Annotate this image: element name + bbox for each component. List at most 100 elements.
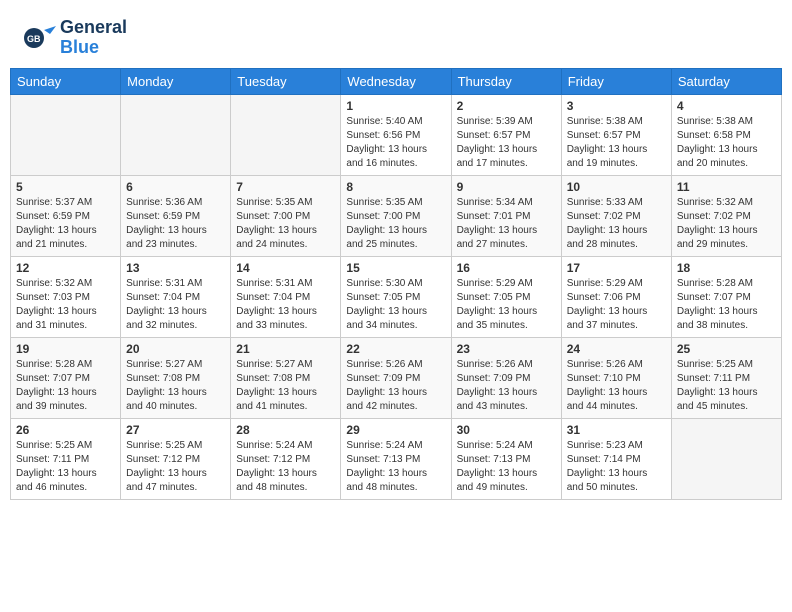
calendar-header-sunday: Sunday xyxy=(11,68,121,94)
calendar-cell: 1 Sunrise: 5:40 AMSunset: 6:56 PMDaylight… xyxy=(341,94,451,175)
calendar-cell: 23 Sunrise: 5:26 AMSunset: 7:09 PMDayligh… xyxy=(451,337,561,418)
day-info: Sunrise: 5:36 AMSunset: 6:59 PMDaylight:… xyxy=(126,196,225,252)
calendar-cell: 8 Sunrise: 5:35 AMSunset: 7:00 PMDaylight… xyxy=(341,175,451,256)
day-number: 1 xyxy=(346,99,445,113)
day-number: 23 xyxy=(457,342,556,356)
day-info: Sunrise: 5:28 AMSunset: 7:07 PMDaylight:… xyxy=(677,277,776,333)
day-info: Sunrise: 5:26 AMSunset: 7:09 PMDaylight:… xyxy=(457,358,556,414)
calendar-header-tuesday: Tuesday xyxy=(231,68,341,94)
day-number: 17 xyxy=(567,261,666,275)
day-info: Sunrise: 5:24 AMSunset: 7:13 PMDaylight:… xyxy=(346,439,445,495)
day-number: 20 xyxy=(126,342,225,356)
logo-text-blue: Blue xyxy=(60,38,127,58)
day-info: Sunrise: 5:25 AMSunset: 7:12 PMDaylight:… xyxy=(126,439,225,495)
calendar-cell: 2 Sunrise: 5:39 AMSunset: 6:57 PMDaylight… xyxy=(451,94,561,175)
day-number: 28 xyxy=(236,423,335,437)
calendar-table: SundayMondayTuesdayWednesdayThursdayFrid… xyxy=(10,68,782,500)
day-number: 8 xyxy=(346,180,445,194)
calendar-week-row: 5 Sunrise: 5:37 AMSunset: 6:59 PMDaylight… xyxy=(11,175,782,256)
logo: GB General Blue xyxy=(20,18,127,58)
day-number: 22 xyxy=(346,342,445,356)
day-number: 5 xyxy=(16,180,115,194)
calendar-header-saturday: Saturday xyxy=(671,68,781,94)
day-info: Sunrise: 5:34 AMSunset: 7:01 PMDaylight:… xyxy=(457,196,556,252)
calendar-cell xyxy=(121,94,231,175)
day-info: Sunrise: 5:26 AMSunset: 7:09 PMDaylight:… xyxy=(346,358,445,414)
calendar-header-wednesday: Wednesday xyxy=(341,68,451,94)
day-info: Sunrise: 5:23 AMSunset: 7:14 PMDaylight:… xyxy=(567,439,666,495)
calendar-cell: 6 Sunrise: 5:36 AMSunset: 6:59 PMDaylight… xyxy=(121,175,231,256)
calendar-cell: 5 Sunrise: 5:37 AMSunset: 6:59 PMDaylight… xyxy=(11,175,121,256)
calendar-cell: 17 Sunrise: 5:29 AMSunset: 7:06 PMDayligh… xyxy=(561,256,671,337)
calendar-cell: 13Sunrise: 5:31 AMSunset: 7:04 PMDayligh… xyxy=(121,256,231,337)
logo-text-general: General xyxy=(60,18,127,38)
calendar-cell: 7 Sunrise: 5:35 AMSunset: 7:00 PMDaylight… xyxy=(231,175,341,256)
svg-text:GB: GB xyxy=(27,34,41,44)
day-info: Sunrise: 5:26 AMSunset: 7:10 PMDaylight:… xyxy=(567,358,666,414)
day-number: 24 xyxy=(567,342,666,356)
day-number: 7 xyxy=(236,180,335,194)
day-info: Sunrise: 5:31 AMSunset: 7:04 PMDaylight:… xyxy=(126,277,225,333)
calendar-cell: 11Sunrise: 5:32 AMSunset: 7:02 PMDayligh… xyxy=(671,175,781,256)
calendar-week-row: 26 Sunrise: 5:25 AMSunset: 7:11 PMDayligh… xyxy=(11,418,782,499)
day-number: 26 xyxy=(16,423,115,437)
calendar-cell: 29 Sunrise: 5:24 AMSunset: 7:13 PMDayligh… xyxy=(341,418,451,499)
day-info: Sunrise: 5:37 AMSunset: 6:59 PMDaylight:… xyxy=(16,196,115,252)
calendar-cell: 27 Sunrise: 5:25 AMSunset: 7:12 PMDayligh… xyxy=(121,418,231,499)
day-info: Sunrise: 5:40 AMSunset: 6:56 PMDaylight:… xyxy=(346,115,445,171)
calendar-cell: 21 Sunrise: 5:27 AMSunset: 7:08 PMDayligh… xyxy=(231,337,341,418)
day-info: Sunrise: 5:27 AMSunset: 7:08 PMDaylight:… xyxy=(126,358,225,414)
day-number: 3 xyxy=(567,99,666,113)
day-number: 15 xyxy=(346,261,445,275)
calendar-week-row: 19 Sunrise: 5:28 AMSunset: 7:07 PMDayligh… xyxy=(11,337,782,418)
day-info: Sunrise: 5:35 AMSunset: 7:00 PMDaylight:… xyxy=(236,196,335,252)
calendar-cell: 28 Sunrise: 5:24 AMSunset: 7:12 PMDayligh… xyxy=(231,418,341,499)
calendar-cell: 15 Sunrise: 5:30 AMSunset: 7:05 PMDayligh… xyxy=(341,256,451,337)
day-number: 9 xyxy=(457,180,556,194)
calendar-week-row: 12Sunrise: 5:32 AMSunset: 7:03 PMDayligh… xyxy=(11,256,782,337)
day-number: 16 xyxy=(457,261,556,275)
day-info: Sunrise: 5:38 AMSunset: 6:58 PMDaylight:… xyxy=(677,115,776,171)
page-header: GB General Blue xyxy=(10,10,782,64)
day-info: Sunrise: 5:29 AMSunset: 7:05 PMDaylight:… xyxy=(457,277,556,333)
day-number: 30 xyxy=(457,423,556,437)
calendar-cell: 4Sunrise: 5:38 AMSunset: 6:58 PMDaylight… xyxy=(671,94,781,175)
day-info: Sunrise: 5:25 AMSunset: 7:11 PMDaylight:… xyxy=(677,358,776,414)
day-number: 21 xyxy=(236,342,335,356)
day-number: 12 xyxy=(16,261,115,275)
calendar-cell: 10Sunrise: 5:33 AMSunset: 7:02 PMDayligh… xyxy=(561,175,671,256)
calendar-header-monday: Monday xyxy=(121,68,231,94)
day-info: Sunrise: 5:27 AMSunset: 7:08 PMDaylight:… xyxy=(236,358,335,414)
day-info: Sunrise: 5:32 AMSunset: 7:02 PMDaylight:… xyxy=(677,196,776,252)
day-info: Sunrise: 5:30 AMSunset: 7:05 PMDaylight:… xyxy=(346,277,445,333)
day-info: Sunrise: 5:38 AMSunset: 6:57 PMDaylight:… xyxy=(567,115,666,171)
calendar-cell: 14Sunrise: 5:31 AMSunset: 7:04 PMDayligh… xyxy=(231,256,341,337)
day-info: Sunrise: 5:28 AMSunset: 7:07 PMDaylight:… xyxy=(16,358,115,414)
calendar-cell: 18 Sunrise: 5:28 AMSunset: 7:07 PMDayligh… xyxy=(671,256,781,337)
day-info: Sunrise: 5:29 AMSunset: 7:06 PMDaylight:… xyxy=(567,277,666,333)
calendar-cell xyxy=(671,418,781,499)
day-number: 6 xyxy=(126,180,225,194)
day-number: 10 xyxy=(567,180,666,194)
calendar-cell: 19 Sunrise: 5:28 AMSunset: 7:07 PMDayligh… xyxy=(11,337,121,418)
calendar-cell: 26 Sunrise: 5:25 AMSunset: 7:11 PMDayligh… xyxy=(11,418,121,499)
day-info: Sunrise: 5:35 AMSunset: 7:00 PMDaylight:… xyxy=(346,196,445,252)
day-number: 19 xyxy=(16,342,115,356)
calendar-cell: 9 Sunrise: 5:34 AMSunset: 7:01 PMDaylight… xyxy=(451,175,561,256)
calendar-cell: 12Sunrise: 5:32 AMSunset: 7:03 PMDayligh… xyxy=(11,256,121,337)
day-info: Sunrise: 5:24 AMSunset: 7:12 PMDaylight:… xyxy=(236,439,335,495)
calendar-cell: 24 Sunrise: 5:26 AMSunset: 7:10 PMDayligh… xyxy=(561,337,671,418)
day-number: 29 xyxy=(346,423,445,437)
logo-icon: GB xyxy=(20,20,56,56)
day-number: 2 xyxy=(457,99,556,113)
calendar-cell: 25Sunrise: 5:25 AMSunset: 7:11 PMDayligh… xyxy=(671,337,781,418)
calendar-cell: 3 Sunrise: 5:38 AMSunset: 6:57 PMDaylight… xyxy=(561,94,671,175)
calendar-cell: 16 Sunrise: 5:29 AMSunset: 7:05 PMDayligh… xyxy=(451,256,561,337)
day-info: Sunrise: 5:39 AMSunset: 6:57 PMDaylight:… xyxy=(457,115,556,171)
day-number: 27 xyxy=(126,423,225,437)
day-number: 31 xyxy=(567,423,666,437)
calendar-header-row: SundayMondayTuesdayWednesdayThursdayFrid… xyxy=(11,68,782,94)
day-info: Sunrise: 5:25 AMSunset: 7:11 PMDaylight:… xyxy=(16,439,115,495)
day-number: 18 xyxy=(677,261,776,275)
calendar-cell xyxy=(231,94,341,175)
